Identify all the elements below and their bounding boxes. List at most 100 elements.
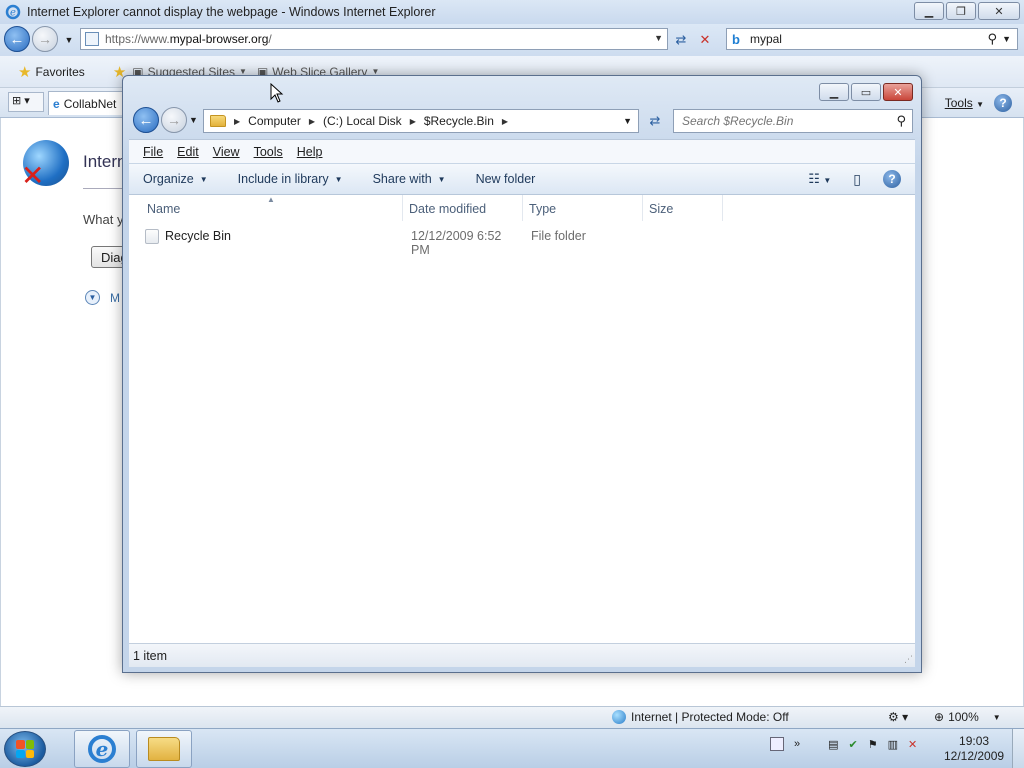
folder-icon xyxy=(210,115,226,127)
breadcrumb-arrow-icon[interactable]: ▶ xyxy=(502,117,508,126)
forward-arrow-icon: → xyxy=(38,31,52,47)
column-type[interactable]: Type xyxy=(523,195,643,221)
search-icon[interactable]: ⚲ xyxy=(896,113,906,129)
volume-muted-icon[interactable]: ✕ xyxy=(908,738,917,751)
page-icon xyxy=(85,32,99,46)
explorer-status-bar: 1 item ⋰ xyxy=(129,643,915,667)
breadcrumb-local-disk[interactable]: (C:) Local Disk xyxy=(323,114,402,128)
back-arrow-icon: ← xyxy=(138,111,154,129)
ie-status-bar: Internet | Protected Mode: Off ⚙ ▾ ⊕ 100… xyxy=(0,706,1024,728)
taskbar-explorer-button[interactable] xyxy=(136,730,192,768)
search-dropdown-icon[interactable]: ▼ xyxy=(1002,34,1011,44)
globe-icon xyxy=(612,710,626,724)
ie-minimize-button[interactable]: ▁ xyxy=(914,2,944,20)
share-with-button[interactable]: Share with ▼ xyxy=(373,172,446,186)
explorer-minimize-button[interactable]: ▁ xyxy=(819,83,849,101)
explorer-close-button[interactable]: ✕ xyxy=(883,83,913,101)
more-info-label: M xyxy=(110,290,120,305)
start-button[interactable] xyxy=(4,731,46,767)
table-row[interactable]: Recycle Bin 12/12/2009 6:52 PM File fold… xyxy=(129,223,915,257)
quick-tabs-button[interactable]: ⊞ ▾ xyxy=(8,92,44,112)
ie-address-field[interactable]: https://www.mypal-browser.org/ ▼ xyxy=(80,28,668,50)
help-icon[interactable]: ? xyxy=(883,170,901,188)
ie-title-bar[interactable]: e Internet Explorer cannot display the w… xyxy=(0,0,1024,24)
protected-mode-icon[interactable]: ⚙ ▾ xyxy=(888,710,908,724)
action-center-flag-icon[interactable]: ⚑ xyxy=(868,738,878,751)
menu-edit[interactable]: Edit xyxy=(177,145,199,159)
ie-refresh-button[interactable]: ⇄ xyxy=(670,29,692,51)
help-icon[interactable]: ? xyxy=(994,94,1012,112)
taskbar: e » ▤ ✔ ⚑ ▥ ✕ 19:03 12/12/2009 xyxy=(0,728,1024,768)
column-size[interactable]: Size xyxy=(643,195,723,221)
zoom-control[interactable]: ⊕ 100% ▼ xyxy=(934,710,1001,724)
file-list[interactable]: Name ▲ Date modified Type Size Recycle Bi… xyxy=(129,195,915,643)
details-view-icon: ☷ xyxy=(808,171,820,186)
explorer-back-button[interactable]: ← xyxy=(133,107,159,133)
address-dropdown-icon[interactable]: ▼ xyxy=(654,33,663,43)
tools-menu-button[interactable]: Tools ▼ xyxy=(945,96,984,110)
error-title: Intern xyxy=(83,152,127,171)
security-zone[interactable]: Internet | Protected Mode: Off xyxy=(612,710,789,724)
ie-search-query: mypal xyxy=(749,32,782,46)
column-date-modified[interactable]: Date modified xyxy=(403,195,523,221)
search-icon[interactable]: ⚲ xyxy=(987,31,997,47)
organize-button[interactable]: Organize ▼ xyxy=(143,172,208,186)
menu-tools[interactable]: Tools xyxy=(254,145,283,159)
preview-pane-button[interactable]: ▯ xyxy=(853,171,861,188)
error-question: What y xyxy=(83,212,124,227)
preview-pane-icon: ▯ xyxy=(853,170,861,187)
explorer-forward-button[interactable]: → xyxy=(161,107,187,133)
column-name[interactable]: Name ▲ xyxy=(129,195,403,221)
refresh-icon: ⇄ xyxy=(649,113,661,128)
file-date-modified: 12/12/2009 6:52 PM xyxy=(411,229,502,257)
ie-page-icon: e xyxy=(53,96,60,111)
security-shield-icon[interactable]: ✔ xyxy=(849,738,858,751)
include-in-library-button[interactable]: Include in library ▼ xyxy=(238,172,343,186)
breadcrumb[interactable]: ▶ Computer ▶ (C:) Local Disk ▶ $Recycle.… xyxy=(203,109,639,133)
ie-recent-pages-dropdown[interactable]: ▼ xyxy=(58,29,80,51)
ie-forward-button[interactable]: → xyxy=(32,26,58,52)
explorer-search-input[interactable] xyxy=(682,114,882,128)
recent-locations-dropdown[interactable]: ▼ xyxy=(189,115,198,125)
explorer-search-box[interactable]: ⚲ xyxy=(673,109,913,133)
clock-date: 12/12/2009 xyxy=(944,749,1005,763)
bing-icon: b xyxy=(732,31,740,47)
ie-back-button[interactable]: ← xyxy=(4,26,30,52)
windows-logo-icon xyxy=(16,740,34,758)
ie-stop-button[interactable]: ✕ xyxy=(694,29,716,51)
ie-search-box[interactable]: b mypal ⚲ ▼ xyxy=(726,28,1018,50)
change-view-button[interactable]: ☷ ▼ xyxy=(808,171,831,187)
ie-address-bar-row: ← → ▼ https://www.mypal-browser.org/ ▼ ⇄… xyxy=(0,24,1024,56)
breadcrumb-recycle-bin[interactable]: $Recycle.Bin xyxy=(424,114,494,128)
language-bar-icon[interactable] xyxy=(770,737,784,751)
more-information-link[interactable]: ▼ M xyxy=(85,290,120,305)
favorites-button[interactable]: ★ Favorites xyxy=(18,63,85,81)
breadcrumb-arrow-icon[interactable]: ▶ xyxy=(234,117,240,126)
clock[interactable]: 19:03 12/12/2009 xyxy=(944,734,1004,764)
ie-restore-button[interactable]: ❐ xyxy=(946,2,976,20)
breadcrumb-arrow-icon[interactable]: ▶ xyxy=(410,117,416,126)
ie-close-button[interactable]: ✕ xyxy=(978,2,1020,20)
explorer-nav-bar: ← → ▼ ▶ Computer ▶ (C:) Local Disk ▶ $Re… xyxy=(131,106,913,136)
breadcrumb-computer[interactable]: Computer xyxy=(248,114,301,128)
explorer-refresh-button[interactable]: ⇄ xyxy=(643,110,667,132)
show-hidden-icons-button[interactable]: » xyxy=(794,738,800,750)
explorer-maximize-button[interactable]: ▭ xyxy=(851,83,881,101)
breadcrumb-arrow-icon[interactable]: ▶ xyxy=(309,117,315,126)
resize-grip-icon[interactable]: ⋰ xyxy=(904,654,913,665)
menu-view[interactable]: View xyxy=(213,145,240,159)
column-headers: Name ▲ Date modified Type Size xyxy=(129,195,915,221)
expand-icon: ▼ xyxy=(85,290,100,305)
menu-help[interactable]: Help xyxy=(297,145,323,159)
explorer-window: ▁ ▭ ✕ ← → ▼ ▶ Computer ▶ (C:) Local Disk… xyxy=(122,75,922,673)
item-count: 1 item xyxy=(133,649,168,663)
document-icon[interactable]: ▤ xyxy=(828,738,838,751)
show-desktop-button[interactable] xyxy=(1012,729,1024,768)
taskbar-ie-button[interactable]: e xyxy=(74,730,130,768)
chevron-down-icon[interactable]: ▼ xyxy=(623,116,632,126)
internet-explorer-icon: e xyxy=(88,735,116,763)
new-folder-button[interactable]: New folder xyxy=(476,172,536,186)
divider xyxy=(83,188,123,189)
network-icon[interactable]: ▥ xyxy=(888,738,898,751)
menu-file[interactable]: File xyxy=(143,145,163,159)
